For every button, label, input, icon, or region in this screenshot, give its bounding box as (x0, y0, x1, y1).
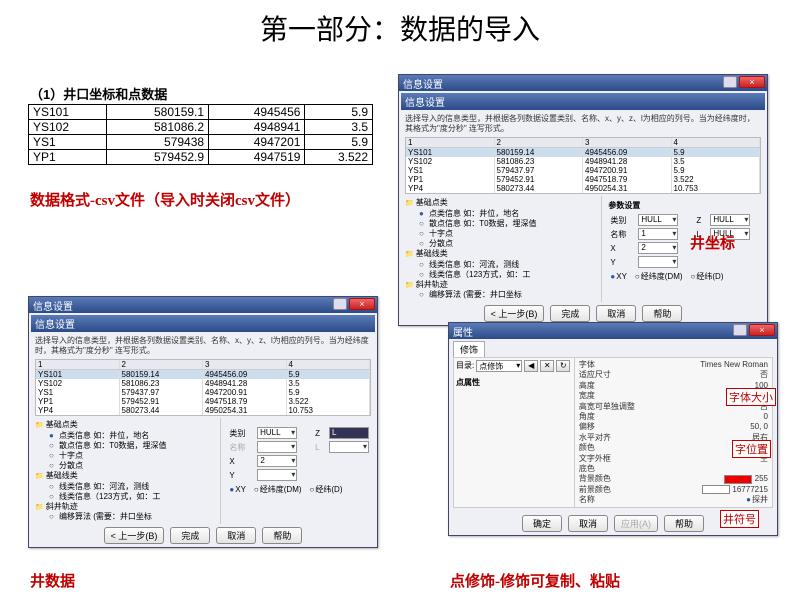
z-select[interactable]: HULL (710, 214, 750, 226)
lonlat-d-radio[interactable]: 经纬(D) (310, 484, 343, 495)
x-select[interactable]: 2 (638, 242, 678, 254)
fg-color-swatch[interactable] (702, 485, 730, 494)
sample-data-table: YS101580159.149454565.9 YS102581086.2494… (28, 104, 373, 165)
leibie-select[interactable]: HULL (257, 427, 297, 439)
minimize-button[interactable] (723, 76, 737, 88)
catalog-label: 目录: (456, 360, 474, 372)
dialog-subtitle: 信息设置 (401, 93, 765, 110)
bg-color-swatch[interactable] (724, 475, 752, 484)
dialog-subtitle: 信息设置 (31, 315, 375, 332)
y-select[interactable] (638, 256, 678, 268)
params-heading: 参数设置 (604, 198, 765, 213)
apply-button[interactable]: 应用(A) (614, 515, 658, 532)
lonlat-dm-radio[interactable]: 经纬度(DM) (635, 271, 683, 282)
annot-font-size: 字体大小 (726, 388, 776, 406)
dialog-hint: 选择导入的信息类型，并根据各列数据设置类别、名称、x、y、z、l为相应的列号。当… (399, 112, 767, 135)
prev-button[interactable]: < 上一步(B) (104, 527, 165, 544)
caption-well-coord: 井坐标 (690, 232, 735, 253)
cancel-button[interactable]: 取消 (216, 527, 256, 544)
lonlat-dm-radio[interactable]: 经纬度(DM) (254, 484, 302, 495)
l-select[interactable] (329, 441, 369, 453)
help-button[interactable]: 帮助 (642, 305, 682, 322)
lonlat-d-radio[interactable]: 经纬(D) (691, 271, 724, 282)
close-button[interactable]: × (739, 76, 765, 88)
catalog-select[interactable]: 点修饰 (476, 360, 522, 372)
name-radio[interactable]: 探井 (746, 495, 768, 504)
tab-decorate[interactable]: 修饰 (453, 341, 485, 357)
close-button[interactable]: × (349, 298, 375, 310)
help-button[interactable]: 帮助 (262, 527, 302, 544)
delete-icon[interactable]: ✕ (540, 360, 554, 372)
finish-button[interactable]: 完成 (170, 527, 210, 544)
caption-point-decorate: 点修饰-修饰可复制、粘贴 (450, 570, 620, 591)
x-select[interactable]: 2 (257, 455, 297, 467)
section-font: 字体 (579, 360, 595, 370)
minimize-button[interactable] (733, 324, 747, 336)
xy-radio[interactable]: XY (610, 272, 627, 281)
help-button[interactable]: 帮助 (664, 515, 704, 532)
minimize-button[interactable] (333, 298, 347, 310)
ok-button[interactable]: 确定 (522, 515, 562, 532)
close-button[interactable]: × (749, 324, 775, 336)
name-select[interactable]: 1 (638, 228, 678, 240)
titlebar: 信息设置 × (399, 75, 767, 91)
prev-button[interactable]: < 上一步(B) (484, 305, 545, 322)
slide-title: 第一部分：数据的导入 (0, 0, 800, 52)
titlebar: 属性 × (449, 323, 777, 339)
left-arrow-icon[interactable]: ◀ (524, 360, 538, 372)
csv-note: 数据格式-csv文件（导入时关闭csv文件） (30, 192, 370, 212)
refresh-icon[interactable]: ↻ (556, 360, 570, 372)
properties-dialog: 属性 × 修饰 目录: 点修饰 ◀ ✕ ↻ 点属性 字体Times New Ro… (448, 322, 778, 536)
cancel-button[interactable]: 取消 (596, 305, 636, 322)
annot-well-symbol: 井符号 (720, 510, 759, 528)
data-grid[interactable]: 1234 YS101580159.144945456.095.9 YS10258… (35, 359, 371, 416)
category-tree[interactable]: 基础点类 点类信息 如：井位，地名 散点信息 如：T0数据，埋深值 十字点 分散… (399, 196, 601, 302)
category-tree[interactable]: 基础点类 点类信息 如：井位，地名 散点信息 如：T0数据，埋深值 十字点 分散… (29, 418, 220, 524)
leibie-select[interactable]: HULL (638, 214, 678, 226)
xy-radio[interactable]: XY (229, 485, 246, 494)
info-settings-dialog-1: 信息设置 × 信息设置 选择导入的信息类型，并根据各列数据设置类别、名称、x、y… (398, 74, 768, 326)
section-1-label: （1）井口坐标和点数据 (30, 84, 167, 103)
titlebar: 信息设置 × (29, 297, 377, 313)
dialog-hint: 选择导入的信息类型，并根据各列数据设置类别、名称、x、y、z、l为相应的列号。当… (29, 334, 377, 357)
y-select[interactable] (257, 469, 297, 481)
caption-well-data: 井数据 (30, 570, 75, 591)
name-select[interactable] (257, 441, 297, 453)
left-label: 点属性 (456, 375, 572, 390)
data-grid[interactable]: 1234 YS101580159.144945456.095.9 YS10258… (405, 137, 761, 194)
cancel-button[interactable]: 取消 (568, 515, 608, 532)
annot-font-pos: 字位置 (732, 440, 771, 458)
finish-button[interactable]: 完成 (550, 305, 590, 322)
z-select[interactable]: L (329, 427, 369, 439)
info-settings-dialog-2: 信息设置 × 信息设置 选择导入的信息类型，并根据各列数据设置类别、名称、x、y… (28, 296, 378, 548)
